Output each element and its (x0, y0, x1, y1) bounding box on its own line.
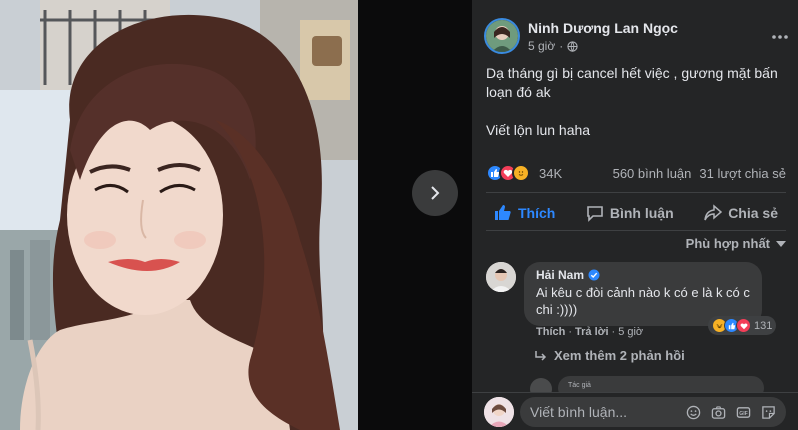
comment-input[interactable] (530, 404, 670, 420)
comment-sort-dropdown[interactable]: Phù hợp nhất (686, 236, 786, 251)
love-icon (736, 318, 751, 333)
comment-reactions[interactable]: 131 (708, 316, 777, 335)
comment-button[interactable]: Bình luận (578, 198, 682, 228)
like-label: Thích (518, 205, 556, 221)
emoji-icon[interactable] (685, 404, 701, 420)
comment-icon (587, 206, 603, 222)
verified-badge-icon (588, 269, 600, 281)
commenter-avatar[interactable] (530, 378, 552, 392)
svg-text:GIF: GIF (739, 410, 748, 416)
thumbs-up-icon (495, 205, 511, 220)
next-comment-preview: Tác giả (530, 376, 798, 392)
reaction-count[interactable]: 34K (539, 166, 562, 181)
comment-like-link[interactable]: Thích (536, 326, 565, 338)
caret-down-icon (776, 240, 786, 247)
post-time[interactable]: 5 giờ (528, 39, 555, 53)
like-button[interactable]: Thích (486, 198, 563, 228)
chevron-right-icon (431, 186, 440, 200)
share-icon (704, 204, 723, 221)
view-more-replies-button[interactable]: Xem thêm 2 phản hồi (534, 348, 685, 363)
comment-reaction-count: 131 (754, 319, 773, 332)
post-header: Ninh Dương Lan Ngọc 5 giờ · (484, 18, 788, 58)
divider (486, 230, 786, 231)
camera-icon[interactable] (710, 404, 726, 420)
comment-label: Bình luận (609, 205, 674, 221)
post-text-line: Viết lộn lun haha (486, 122, 591, 138)
comment-composer: GIF (472, 392, 798, 430)
shares-count[interactable]: 31 lượt chia sẻ (699, 166, 786, 181)
reply-arrow-icon (535, 350, 547, 361)
next-photo-button[interactable] (412, 170, 458, 216)
reaction-summary: 34K 560 bình luận 31 lượt chia sẻ (486, 162, 786, 184)
comment-reply-link[interactable]: Trả lời (575, 326, 609, 338)
post-text-line: Dạ tháng gì bị cancel hết việc , gương m… (486, 65, 778, 100)
share-label: Chia sẻ (728, 205, 778, 221)
comment-actions: Thích · Trả lời · 5 giờ (536, 326, 644, 338)
post-text: Dạ tháng gì bị cancel hết việc , gương m… (486, 64, 786, 159)
divider (486, 192, 786, 193)
reaction-icons[interactable] (486, 164, 530, 182)
sort-label: Phù hợp nhất (685, 236, 770, 251)
post-photo[interactable] (0, 0, 358, 430)
post-meta: 5 giờ · (528, 39, 578, 53)
commenter-avatar[interactable] (486, 262, 516, 292)
post-panel: Ninh Dương Lan Ngọc 5 giờ · Dạ tháng gì … (472, 0, 798, 430)
comment-bubble: Tác giả (558, 376, 764, 392)
photo-viewer (0, 0, 472, 430)
more-options-button[interactable] (772, 26, 788, 44)
comments-count[interactable]: 560 bình luận (613, 166, 692, 181)
care-icon (512, 164, 530, 182)
globe-icon (567, 40, 578, 52)
share-button[interactable]: Chia sẻ (696, 198, 786, 228)
comment-time[interactable]: 5 giờ (618, 326, 643, 338)
selfie-illustration (0, 0, 358, 430)
comment-text: Tác giả (568, 382, 591, 389)
sticker-icon[interactable] (760, 404, 776, 420)
view-more-label: Xem thêm 2 phản hồi (554, 348, 685, 363)
gif-icon[interactable]: GIF (735, 404, 751, 420)
comment-input-box[interactable]: GIF (520, 397, 786, 427)
author-name[interactable]: Ninh Dương Lan Ngọc (528, 20, 678, 36)
comment-text: Ai kêu c đòi cảnh nào k có e là k có c c… (536, 285, 750, 317)
my-avatar (484, 397, 514, 427)
more-icon (772, 35, 788, 39)
author-avatar[interactable] (484, 18, 520, 54)
commenter-name[interactable]: Hải Nam (536, 268, 584, 282)
post-actions: Thích Bình luận Chia sẻ (486, 198, 786, 228)
